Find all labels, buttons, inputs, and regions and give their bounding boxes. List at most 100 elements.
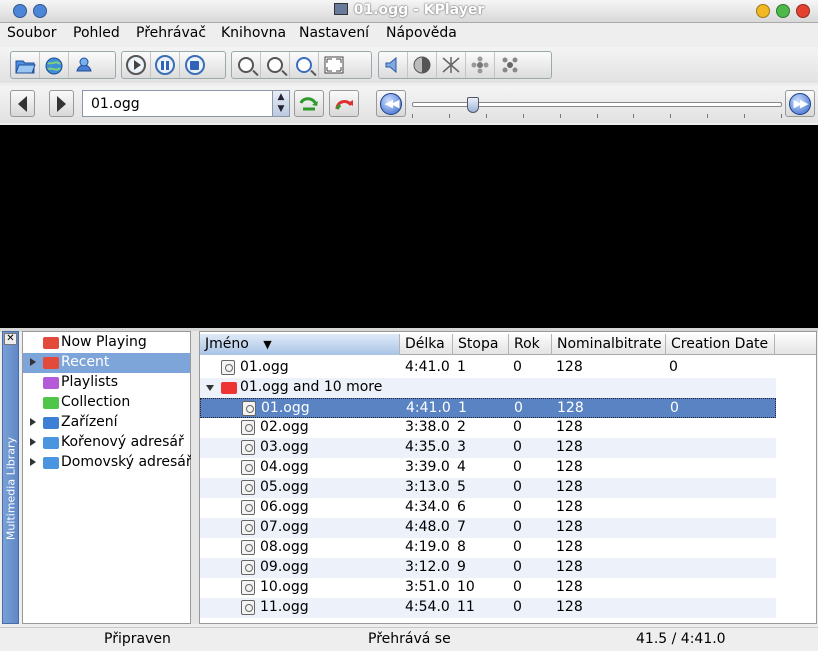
pause-button[interactable] — [151, 52, 180, 78]
cell-track: 1 — [458, 400, 467, 416]
zoom-toolbar-group — [231, 51, 372, 79]
open-url-icon[interactable] — [40, 52, 69, 78]
cell-year: 0 — [513, 539, 522, 555]
column-name[interactable]: Jméno ▼ — [200, 334, 400, 355]
seek-back-button[interactable]: ◀◀ — [376, 90, 406, 117]
stop-icon — [184, 55, 205, 75]
tree-item-playlists[interactable]: Playlists — [23, 373, 190, 393]
column-year[interactable]: Rok — [509, 334, 552, 355]
shuffle-button[interactable] — [329, 90, 359, 117]
open-device-icon[interactable] — [69, 52, 98, 78]
zoom-out-button[interactable] — [261, 52, 290, 78]
vertical-splitter[interactable] — [191, 331, 199, 624]
seek-forward-button[interactable]: ▶▶ — [785, 90, 815, 117]
list-item[interactable]: 05.ogg 3:13.0 5 0 128 — [200, 478, 776, 498]
list-item[interactable]: 08.ogg 4:19.0 8 0 128 — [200, 538, 776, 558]
expand-arrow-icon[interactable] — [30, 358, 36, 366]
menu-player[interactable]: Přehrávač — [136, 25, 206, 41]
title-bar[interactable]: 01.ogg - KPlayer — [0, 0, 818, 23]
next-button[interactable] — [49, 90, 74, 117]
open-folder-icon[interactable] — [11, 52, 40, 78]
volume-button[interactable] — [379, 52, 408, 78]
library-dock-tab[interactable]: ✕ Multimedia Library — [2, 331, 19, 624]
library-tree[interactable]: Now Playing Recent Playlists Collection … — [22, 331, 192, 624]
saturation-button[interactable] — [495, 52, 524, 78]
list-item[interactable]: 03.ogg 4:35.0 3 0 128 — [200, 438, 776, 458]
tree-item-recent[interactable]: Recent — [23, 353, 190, 373]
expand-arrow-icon[interactable] — [30, 418, 36, 426]
loop-green-icon — [299, 96, 318, 110]
loop-button[interactable] — [294, 90, 324, 117]
file-toolbar-group — [10, 51, 116, 79]
previous-button[interactable] — [10, 90, 35, 117]
tree-item-root-dir[interactable]: Kořenový adresář — [23, 433, 190, 453]
minimize-button[interactable] — [756, 4, 770, 18]
menu-help[interactable]: Nápověda — [386, 25, 457, 41]
stop-button[interactable] — [180, 52, 209, 78]
video-area[interactable] — [0, 125, 818, 328]
sort-desc-icon: ▼ — [263, 338, 272, 351]
balance-button[interactable] — [408, 52, 437, 78]
cell-name: 04.ogg — [260, 459, 309, 475]
column-track[interactable]: Stopa — [453, 334, 509, 355]
expand-arrow-icon[interactable] — [30, 458, 36, 466]
red-folder-icon — [43, 337, 59, 349]
zoom-fit-button[interactable] — [290, 52, 319, 78]
menu-file[interactable]: Soubor — [7, 25, 57, 41]
cell-length: 3:38.0 — [405, 419, 450, 435]
column-creation-date[interactable]: Creation Date — [666, 334, 775, 355]
file-combo-box[interactable]: 01.ogg ▲ ▼ — [82, 90, 290, 117]
cell-name: 02.ogg — [260, 419, 309, 435]
column-length[interactable]: Délka — [400, 334, 453, 355]
menu-library[interactable]: Knihovna — [221, 25, 286, 41]
list-item[interactable]: 01.ogg 4:41.0 1 0 128 0 — [200, 398, 776, 418]
progress-tick — [523, 114, 524, 118]
collapse-arrow-icon[interactable] — [206, 385, 214, 391]
cell-bitrate: 128 — [556, 359, 583, 375]
list-item[interactable]: 02.ogg 3:38.0 2 0 128 — [200, 418, 776, 438]
file-list[interactable]: Jméno ▼ Délka Stopa Rok Nominalbitrate C… — [199, 331, 817, 624]
balance-icon — [413, 56, 431, 74]
cell-year: 0 — [513, 579, 522, 595]
expand-arrow-icon[interactable] — [30, 438, 36, 446]
progress-slider-handle[interactable] — [467, 97, 480, 113]
column-bitrate[interactable]: Nominalbitrate — [552, 334, 666, 355]
tree-item-label: Collection — [61, 394, 131, 410]
list-item[interactable]: 09.ogg 3:12.0 9 0 128 — [200, 558, 776, 578]
arrow-right-icon — [57, 95, 66, 112]
list-item[interactable]: 04.ogg 3:39.0 4 0 128 — [200, 458, 776, 478]
cell-length: 4:41.0 — [405, 359, 450, 375]
volume-icon — [385, 56, 397, 74]
cell-name: 03.ogg — [260, 439, 309, 455]
progress-tick — [781, 114, 782, 118]
close-button[interactable] — [796, 4, 810, 18]
fullscreen-button[interactable] — [319, 52, 348, 78]
tree-item-collection[interactable]: Collection — [23, 393, 190, 413]
tree-item-label: Domovský adresář — [61, 454, 192, 470]
tree-item-home-dir[interactable]: Domovský adresář — [23, 453, 192, 473]
tree-item-devices[interactable]: Zařízení — [23, 413, 190, 433]
zoom-in-button[interactable] — [232, 52, 261, 78]
audio-video-toolbar-group — [378, 51, 552, 79]
progress-tick — [486, 114, 487, 118]
cell-name: 01.ogg and 10 more — [240, 379, 383, 395]
list-item[interactable]: 11.ogg 4:54.0 11 0 128 — [200, 598, 776, 618]
contrast-button[interactable] — [437, 52, 466, 78]
list-item[interactable]: 01.ogg 4:41.0 1 0 128 0 — [200, 358, 776, 378]
cell-track: 9 — [457, 559, 466, 575]
list-item[interactable]: 10.ogg 3:51.0 10 0 128 — [200, 578, 776, 598]
list-group-row[interactable]: 01.ogg and 10 more — [200, 378, 776, 398]
menu-settings[interactable]: Nastavení — [299, 25, 369, 41]
list-item[interactable]: 06.ogg 4:34.0 6 0 128 — [200, 498, 776, 518]
tree-item-now-playing[interactable]: Now Playing — [23, 333, 190, 353]
close-library-icon[interactable]: ✕ — [4, 333, 17, 345]
brightness-button[interactable] — [466, 52, 495, 78]
menu-view[interactable]: Pohled — [73, 25, 120, 41]
combo-spin-icon[interactable]: ▲ ▼ — [272, 91, 289, 116]
play-button[interactable] — [122, 52, 151, 78]
purple-folder-icon — [43, 377, 59, 389]
rewind-icon: ◀◀ — [380, 92, 402, 115]
maximize-button[interactable] — [776, 4, 790, 18]
audio-file-icon — [221, 360, 235, 375]
list-item[interactable]: 07.ogg 4:48.0 7 0 128 — [200, 518, 776, 538]
